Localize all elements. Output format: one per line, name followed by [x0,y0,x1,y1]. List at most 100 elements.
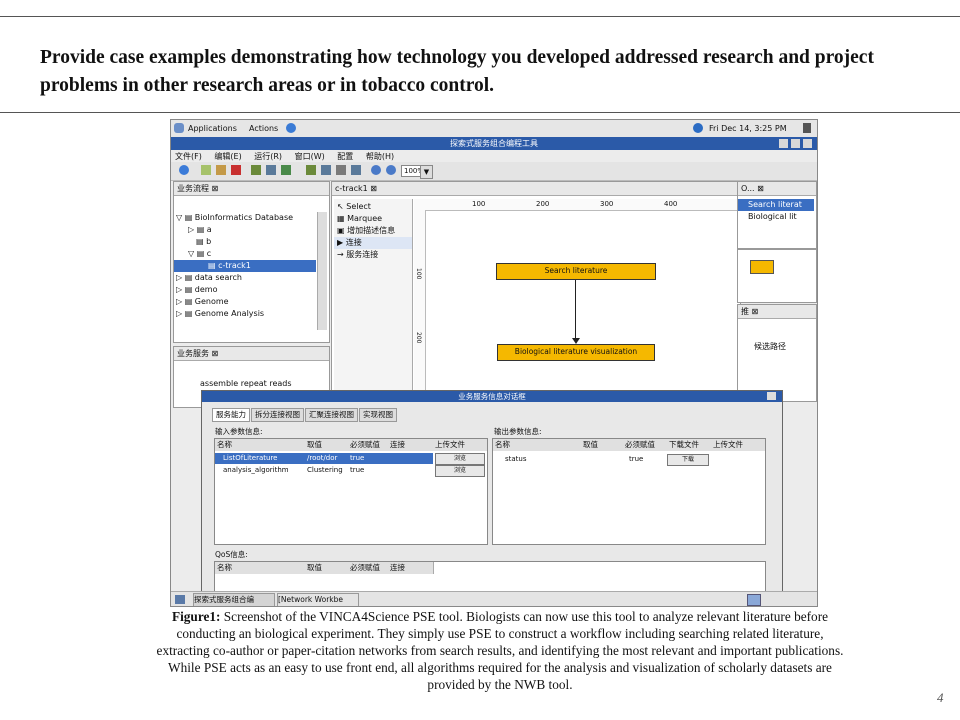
dialog-tab-capability[interactable]: 服务能力 [212,408,250,422]
editor-panel: c-track1 ⊠ ↖ Select ▦ Marquee ▣ 增加描述信息 ▶… [331,181,741,403]
menu-config[interactable]: 配置 [337,152,353,161]
show-desktop-icon[interactable] [175,595,185,604]
minimize-button[interactable] [779,139,788,148]
column-header: 必须赋值 [623,439,668,451]
palette: ↖ Select ▦ Marquee ▣ 增加描述信息 ▶ 连接 → 服务连接 [334,199,413,399]
delete-icon[interactable] [231,165,241,175]
column-header: 取值 [581,439,624,451]
palette-service-connection[interactable]: → 服务连接 [337,249,378,261]
ruler-tick: 200 [536,200,550,208]
menubar: 文件(F) 编辑(E) 运行(R) 窗口(W) 配置 帮助(H) [171,150,817,162]
tree-item[interactable]: ▽ ▤ BioInformatics Database [176,212,293,224]
globe-icon[interactable] [286,123,296,133]
palette-add-description[interactable]: ▣ 增加描述信息 [337,225,395,237]
zoom-in-icon[interactable] [371,165,381,175]
outline-item-selected[interactable]: Search literat [738,199,814,211]
screenshot: Applications Actions Fri Dec 14, 3:25 PM… [170,119,818,607]
param-value: Clustering [307,466,343,474]
column-header: 上传文件 [433,439,487,451]
dialog-tab-split-view[interactable]: 拆分连接视图 [251,408,304,422]
tree-item[interactable]: ▷ ▤ a [188,224,212,236]
slide-heading: Provide case examples demonstrating how … [40,47,874,96]
tree-item[interactable]: ▷ ▤ Genome [176,296,229,308]
zoom-out-icon[interactable] [386,165,396,175]
column-header: 必须赋值 [348,439,389,451]
close-button[interactable] [803,139,812,148]
param-name[interactable]: status [503,454,575,465]
service-item[interactable]: assemble repeat reads [200,378,292,390]
overview-panel [737,249,817,303]
param-required: true [350,466,365,474]
workflow-panel: 业务流程 ⊠ ▽ ▤ BioInformatics Database ▷ ▤ a… [173,181,330,343]
maximize-button[interactable] [791,139,800,148]
column-header: 下载文件 [667,439,712,451]
check-icon[interactable] [201,165,211,175]
outline-item[interactable]: Biological lit [748,211,797,223]
column-header: 连接 [388,562,434,574]
palette-marquee[interactable]: ▦ Marquee [337,213,382,225]
editor-tab[interactable]: c-track1 [335,184,368,193]
workflow-node-search-literature[interactable]: Search literature [496,263,656,280]
dialog-title: 业务服务信息对话框 [202,391,782,402]
tree-item[interactable]: ▽ ▤ c [188,248,211,260]
workflow-scrollbar[interactable] [317,212,327,330]
ruler-vertical: 100 200 [414,210,426,400]
workspace-switcher-icon[interactable] [747,594,761,606]
column-header: 上传文件 [711,439,765,451]
param-name: ListOfLiterature [221,453,305,464]
column-header: 名称 [215,562,306,574]
palette-select[interactable]: ↖ Select [337,201,371,213]
browse-button[interactable]: 浏览 [435,465,485,477]
volume-icon[interactable] [803,123,811,133]
dialog-close-button[interactable] [767,392,776,400]
distribute-icon[interactable] [306,165,316,175]
download-button[interactable]: 下载 [667,454,709,466]
chevron-down-icon[interactable]: ▼ [420,165,433,179]
route-icon[interactable] [336,165,346,175]
update-icon[interactable] [693,123,703,133]
toolbar: 100% ▼ [171,162,817,181]
caption-text: Screenshot of the VINCA4Science PSE tool… [156,609,844,692]
group-icon[interactable] [321,165,331,175]
grid-icon[interactable] [351,165,361,175]
run-icon[interactable] [281,165,291,175]
workflow-panel-title[interactable]: 业务流程 [177,184,209,193]
menu-window[interactable]: 窗口(W) [295,152,325,161]
actions-menu[interactable]: Actions [249,124,278,133]
taskbar-item-pse[interactable]: 探索式服务组合编 [193,593,275,606]
layout-icon[interactable] [251,165,261,175]
applications-menu[interactable]: Applications [188,124,237,133]
gnome-foot-icon[interactable] [174,123,184,133]
undo-icon[interactable] [216,165,226,175]
service-panel-header: 业务服务 ⊠ [174,347,329,361]
ruler-tick: 200 [415,332,422,344]
service-info-dialog: 业务服务信息对话框 服务能力 拆分连接视图 汇聚连接视图 实现视图 输入参数信息… [201,390,783,606]
menu-file[interactable]: 文件(F) [175,152,202,161]
tree-item-selected[interactable]: ▤ c-track1 [174,260,316,272]
dialog-tab-impl-view[interactable]: 实现视图 [359,408,397,422]
tree-item[interactable]: ▷ ▤ Genome Analysis [176,308,264,320]
ruler-tick: 100 [472,200,486,208]
tree-item[interactable]: ▷ ▤ demo [176,284,217,296]
menu-run[interactable]: 运行(R) [254,152,282,161]
align-icon[interactable] [266,165,276,175]
column-header: 取值 [305,439,349,451]
candidate-path-item[interactable]: 候选路径 [754,341,786,353]
figure-caption: Figure1: Screenshot of the VINCA4Science… [150,608,850,693]
workflow-node-visualization[interactable]: Biological literature visualization [497,344,655,361]
taskbar-item-nwb[interactable]: [Network Workbe [277,593,359,606]
desktop-top-panel: Applications Actions Fri Dec 14, 3:25 PM [171,120,817,138]
outline-panel: O... ⊠ Search literat Biological lit [737,181,817,249]
dialog-tab-merge-view[interactable]: 汇聚连接视图 [305,408,358,422]
output-params-label: 输出参数信息: [494,427,542,436]
service-panel-title[interactable]: 业务服务 [177,349,209,358]
palette-connection-group[interactable]: ▶ 连接 [334,237,412,249]
help-icon[interactable] [179,165,189,175]
tree-item[interactable]: ▷ ▤ data search [176,272,242,284]
heading-rule [0,112,960,113]
menu-edit[interactable]: 编辑(E) [214,152,241,161]
tree-item[interactable]: ▤ b [196,236,211,248]
clock[interactable]: Fri Dec 14, 3:25 PM [709,124,787,133]
browse-button[interactable]: 浏览 [435,453,485,465]
menu-help[interactable]: 帮助(H) [366,152,394,161]
